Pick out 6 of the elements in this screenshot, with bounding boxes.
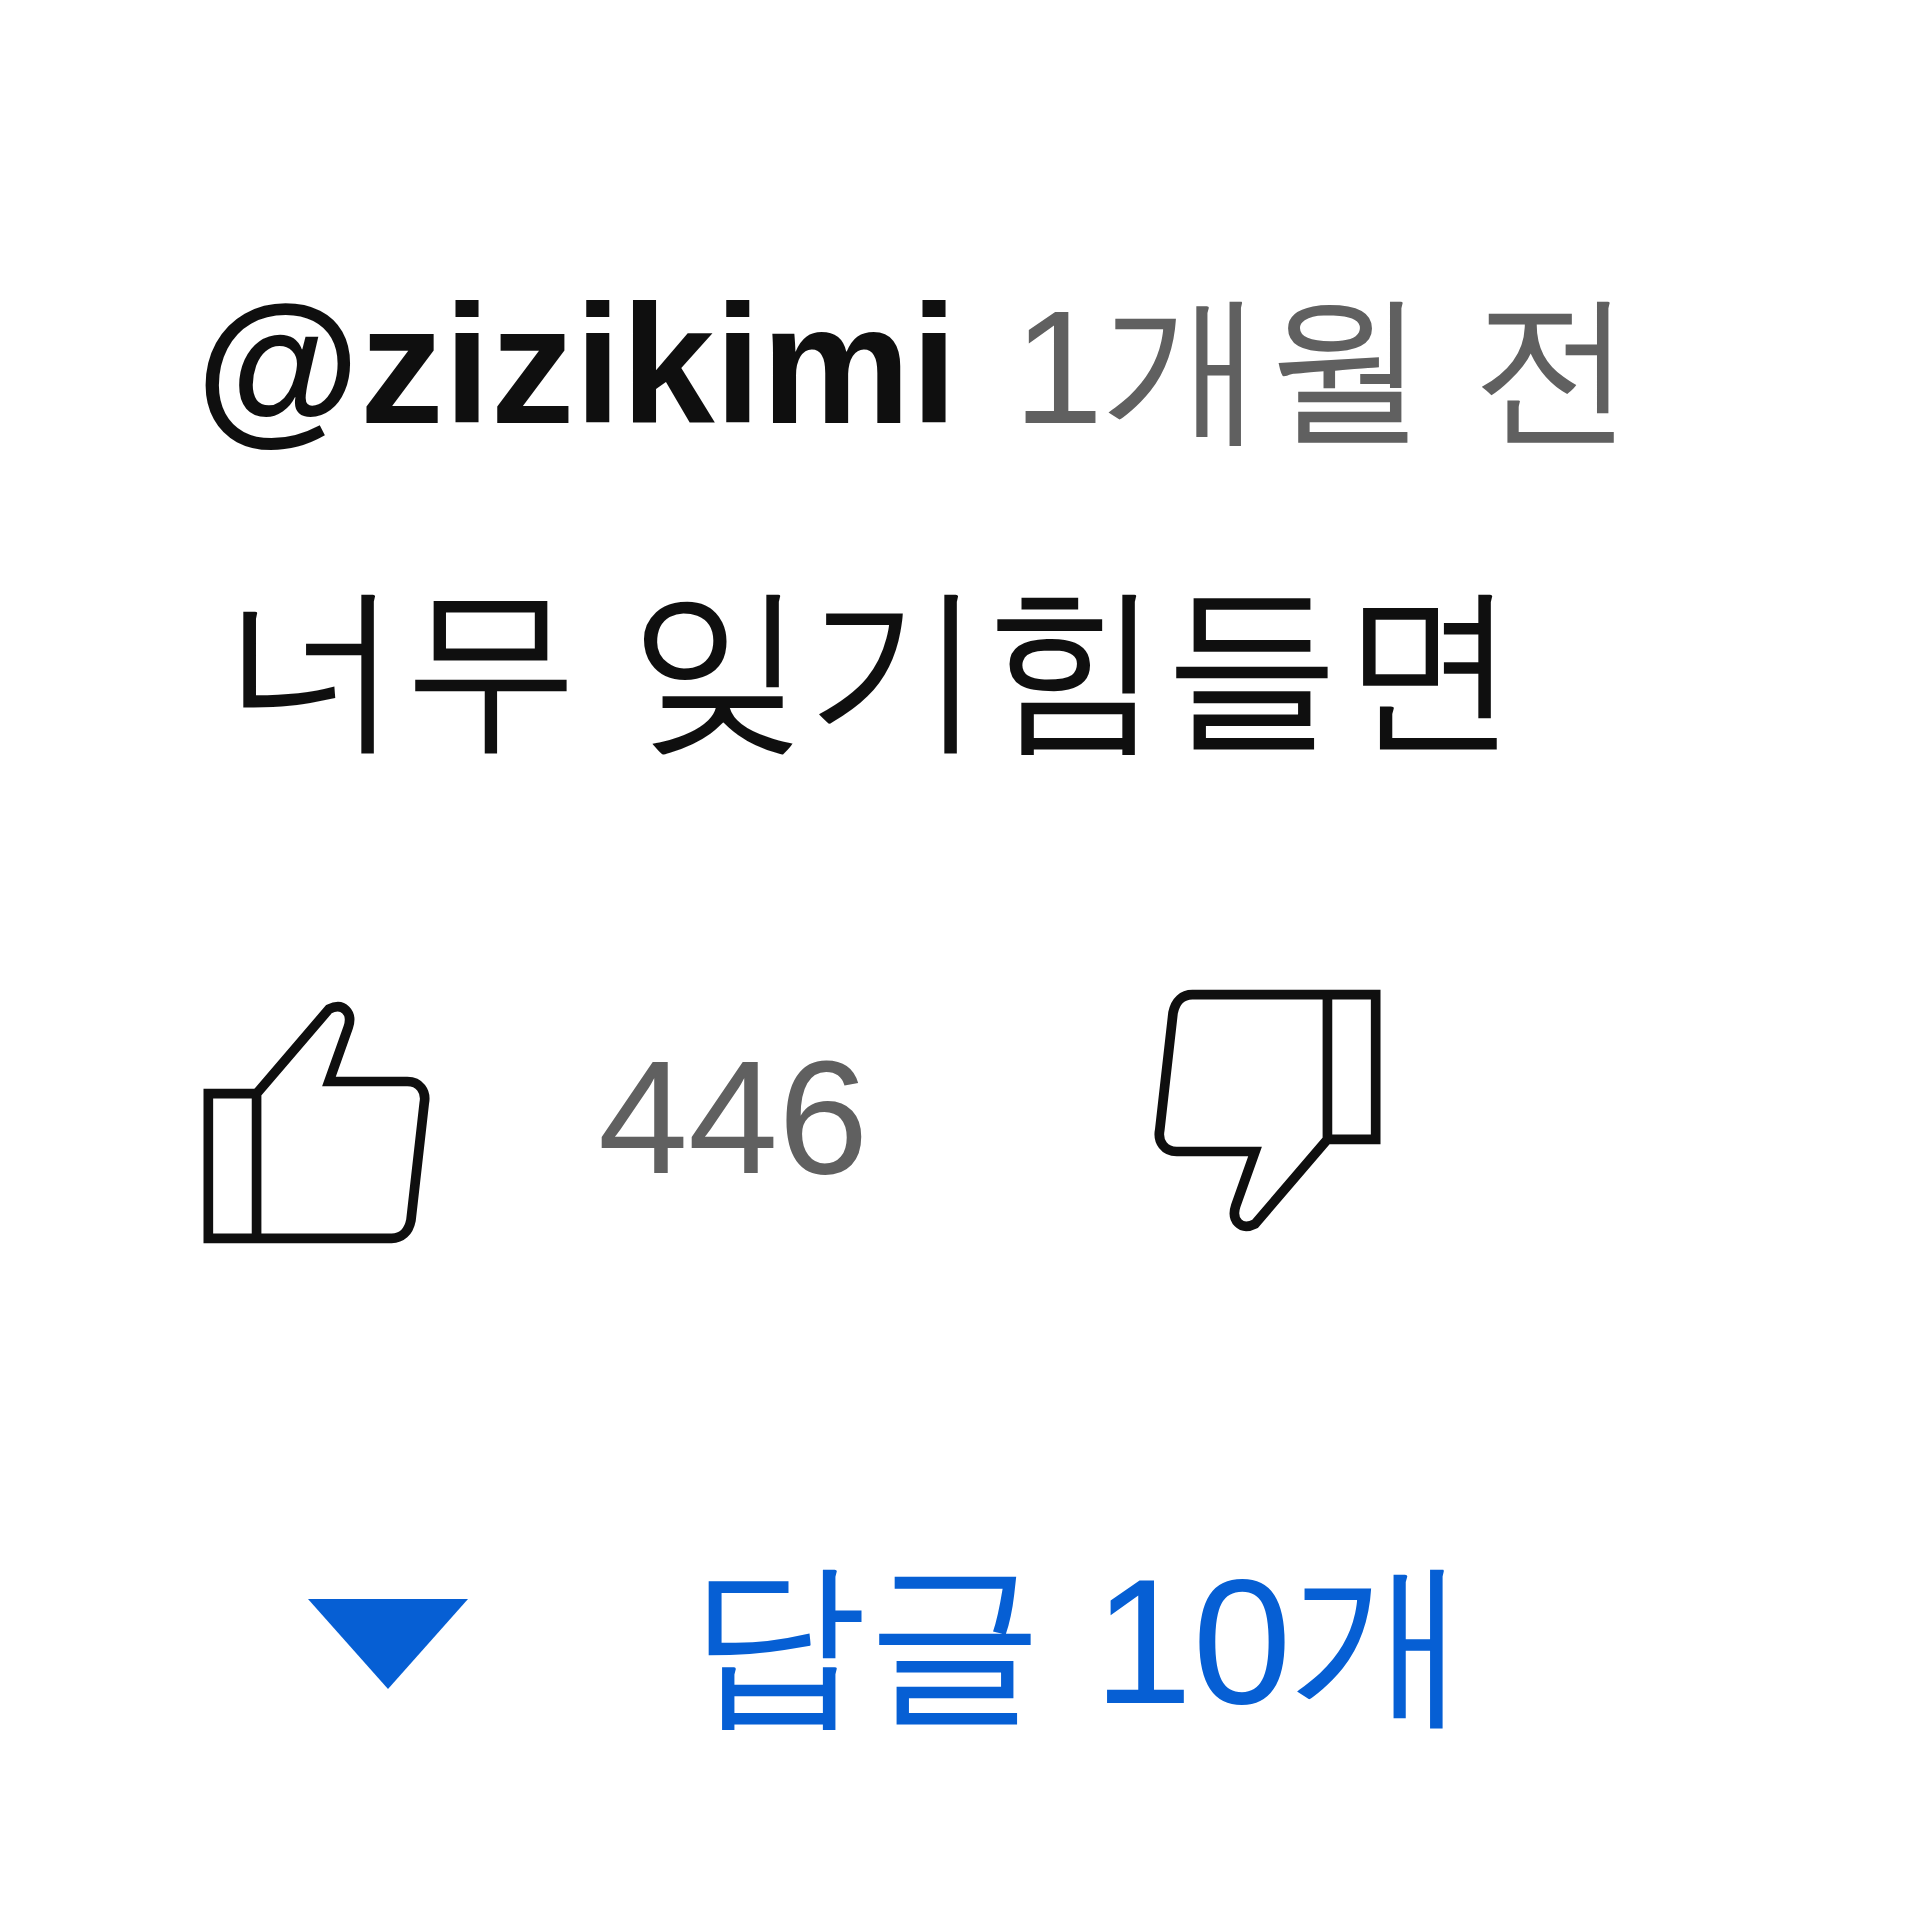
like-count: 446 [598, 1024, 869, 1209]
username[interactable]: @zizikimi [196, 269, 958, 462]
caret-icon [308, 1599, 468, 1689]
replies-toggle[interactable]: 답글 10개 [308, 1524, 1470, 1764]
comment-text: 너무 잊기힘들면 [223, 566, 1521, 768]
timestamp: 1개월 전 [1013, 275, 1635, 459]
